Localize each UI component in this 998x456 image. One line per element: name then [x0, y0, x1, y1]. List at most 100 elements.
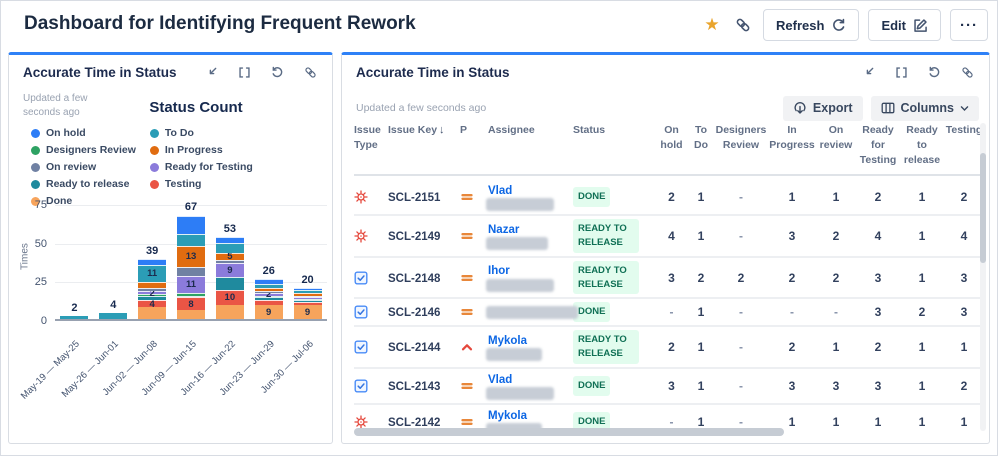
- bar-segment-in-progress[interactable]: 5: [215, 251, 244, 262]
- issue-key-cell[interactable]: SCL-2151: [388, 190, 460, 204]
- favorite-star-icon[interactable]: ★: [701, 14, 723, 36]
- refresh-panel-icon[interactable]: [269, 64, 285, 80]
- column-header-on-review[interactable]: On review: [816, 123, 856, 153]
- bar-segment-ready-to-release[interactable]: [293, 300, 322, 303]
- column-header-on-hold[interactable]: On hold: [655, 123, 688, 153]
- bar-segment-in-progress[interactable]: [138, 281, 167, 289]
- bar-segment-on-review[interactable]: [293, 295, 322, 298]
- export-button[interactable]: Export: [782, 95, 863, 121]
- legend-item-in-progress[interactable]: In Progress: [149, 144, 253, 156]
- legend-item-ready-to-release[interactable]: Ready to release: [31, 178, 136, 190]
- bar-segment-testing[interactable]: [293, 302, 322, 306]
- edit-button[interactable]: Edit: [868, 9, 941, 41]
- assignee-link[interactable]: Ihor: [488, 265, 510, 277]
- expand-icon[interactable]: [893, 64, 909, 80]
- table-row-scl-2143[interactable]: SCL-2143 Vlad DONE 3 1 - 3 3 3 1 2: [354, 369, 984, 406]
- more-menu-button[interactable]: ···: [950, 9, 988, 41]
- issue-key-cell[interactable]: SCL-2149: [388, 229, 460, 243]
- link-icon[interactable]: [959, 64, 975, 80]
- bar-segment-testing[interactable]: 8: [177, 297, 205, 310]
- issue-key-link[interactable]: SCL-2149: [388, 231, 440, 243]
- bar-segment-testing[interactable]: 10: [215, 289, 244, 306]
- assignee-link[interactable]: Nazar: [488, 224, 519, 236]
- bar-segment-ready-for-testing[interactable]: 2: [138, 288, 167, 299]
- bar-segment-to-do[interactable]: [215, 243, 244, 253]
- table-row-scl-2146[interactable]: SCL-2146 DONE - 1 - - - 3 2 3: [354, 299, 984, 328]
- collapse-icon[interactable]: [203, 64, 219, 80]
- column-header-p[interactable]: P: [460, 123, 488, 138]
- bar-segment-ready-for-testing[interactable]: 11: [177, 275, 205, 293]
- legend-item-ready-for-testing[interactable]: Ready for Testing: [149, 161, 253, 173]
- bar-jun-23-jun-29[interactable]: 9 2 26: [254, 265, 283, 319]
- legend-item-on-review[interactable]: On review: [31, 161, 136, 173]
- table-row-scl-2149[interactable]: SCL-2149 Nazar READY TO RELEASE 4 1 - 3 2 4 1 4: [354, 216, 984, 258]
- refresh-panel-icon[interactable]: [926, 64, 942, 80]
- bar-segment-ready-to-release[interactable]: [177, 295, 205, 298]
- issue-key-cell[interactable]: SCL-2144: [388, 340, 460, 354]
- column-header-status[interactable]: Status: [573, 123, 655, 138]
- issue-key-link[interactable]: SCL-2151: [388, 192, 440, 204]
- column-header-ready-to-release[interactable]: Ready to release: [900, 123, 944, 169]
- bar-segment-on-review[interactable]: [177, 266, 205, 276]
- column-header-designers-review[interactable]: Designers Review: [714, 123, 768, 153]
- bar-segment-done[interactable]: [177, 309, 205, 319]
- share-link-icon[interactable]: [732, 14, 754, 36]
- legend-item-to-do[interactable]: To Do: [149, 127, 253, 139]
- assignee-link[interactable]: Mykola: [488, 410, 527, 422]
- link-icon[interactable]: [302, 64, 318, 80]
- assignee-link[interactable]: Vlad: [488, 185, 512, 197]
- bar-segment-ready-for-testing[interactable]: [293, 297, 322, 299]
- issue-key-link[interactable]: SCL-2144: [388, 342, 440, 354]
- table-row-scl-2148[interactable]: SCL-2148 Ihor READY TO RELEASE 3 2 2 2 2 3 1 3: [354, 258, 984, 300]
- vertical-scrollbar[interactable]: [980, 153, 986, 263]
- column-header-issue-type[interactable]: Issue Type: [354, 123, 388, 153]
- legend-item-testing[interactable]: Testing: [149, 178, 253, 190]
- bar-jun-30-jul-06[interactable]: 9 20: [293, 274, 322, 319]
- bar-segment-to-do[interactable]: [99, 312, 128, 319]
- issue-key-cell[interactable]: SCL-2143: [388, 379, 460, 393]
- column-header-testing[interactable]: Testing: [944, 123, 984, 138]
- bar-segment-on-hold[interactable]: [215, 237, 244, 244]
- sort-descending-icon[interactable]: ↓: [439, 124, 445, 136]
- bar-segment-testing[interactable]: 4: [138, 299, 167, 310]
- assignee-link[interactable]: Vlad: [488, 374, 512, 386]
- legend-item-designers-review[interactable]: Designers Review: [31, 144, 136, 156]
- issue-key-cell[interactable]: SCL-2146: [388, 305, 460, 319]
- bar-segment-designers-review[interactable]: [293, 298, 322, 301]
- bar-segment-testing[interactable]: [254, 300, 283, 306]
- bar-segment-done[interactable]: [215, 305, 244, 319]
- columns-button[interactable]: Columns: [870, 95, 979, 121]
- issue-key-link[interactable]: SCL-2143: [388, 381, 440, 393]
- bar-segment-on-hold[interactable]: [177, 215, 205, 235]
- horizontal-scrollbar[interactable]: [354, 428, 784, 436]
- bar-jun-02-jun-08[interactable]: 4 2 11 39: [138, 245, 167, 319]
- column-header-issue-key[interactable]: Issue Key ↓: [388, 123, 460, 139]
- bar-segment-on-hold[interactable]: [254, 278, 283, 284]
- bar-jun-09-jun-15[interactable]: 8 11 13 67: [177, 201, 205, 319]
- bar-segment-to-do[interactable]: [254, 283, 283, 289]
- column-header-in-progress[interactable]: In Progress: [768, 123, 816, 153]
- table-row-scl-2144[interactable]: SCL-2144 Mykola READY TO RELEASE 2 1 - 2 1 2 1 1: [354, 327, 984, 369]
- bar-segment-in-progress[interactable]: [293, 292, 322, 296]
- bar-jun-16-jun-22[interactable]: 10 9 5 53: [215, 223, 244, 319]
- bar-segment-ready-to-release[interactable]: [215, 277, 244, 290]
- refresh-button[interactable]: Refresh: [763, 9, 860, 41]
- bar-segment-on-review[interactable]: [254, 291, 283, 293]
- bar-segment-in-progress[interactable]: 13: [177, 246, 205, 267]
- bar-segment-to-do[interactable]: [60, 315, 89, 319]
- issue-key-link[interactable]: SCL-2146: [388, 307, 440, 319]
- legend-item-on-hold[interactable]: On hold: [31, 127, 136, 139]
- column-header-ready-for-testing[interactable]: Ready for Testing: [856, 123, 900, 169]
- bar-may-26-jun-01[interactable]: 4: [99, 299, 128, 319]
- bar-segment-to-do[interactable]: [293, 289, 322, 293]
- bar-segment-to-do[interactable]: 11: [138, 264, 167, 282]
- bar-segment-to-do[interactable]: [177, 234, 205, 247]
- bar-segment-ready-for-testing[interactable]: 2: [254, 289, 283, 300]
- issue-key-link[interactable]: SCL-2148: [388, 273, 440, 285]
- bar-segment-on-hold[interactable]: [138, 258, 167, 265]
- bar-segment-in-progress[interactable]: [254, 288, 283, 292]
- assignee-link[interactable]: Mykola: [488, 335, 527, 347]
- bar-segment-designers-review[interactable]: [177, 292, 205, 296]
- bar-segment-ready-for-testing[interactable]: 9: [215, 263, 244, 278]
- bar-may-19-may-25[interactable]: 2: [60, 302, 89, 319]
